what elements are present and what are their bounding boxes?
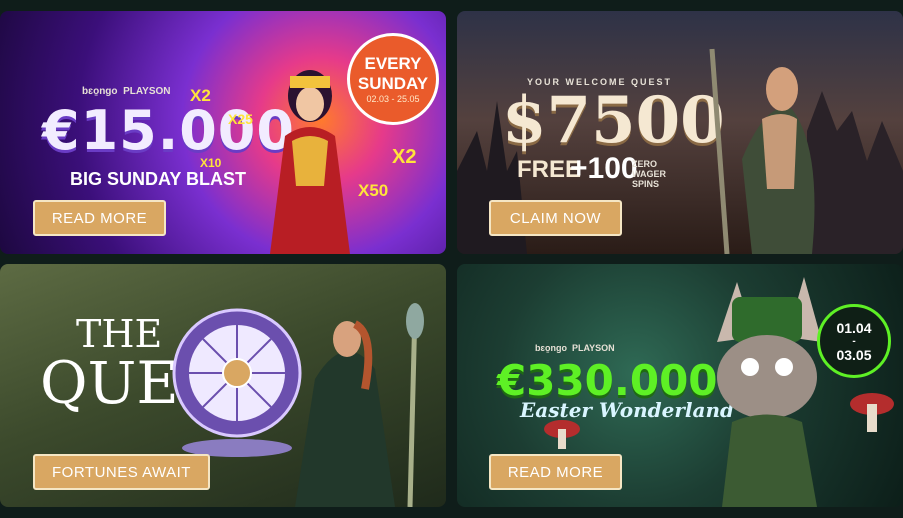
read-more-button[interactable]: READ MORE [489, 454, 622, 490]
read-more-button[interactable]: READ MORE [33, 200, 166, 236]
promo-card-easter-wonderland[interactable]: bɛo̱ngo PLAYSON €330.000 Easter Wonderla… [457, 264, 903, 507]
fortune-wheel [172, 308, 302, 457]
rabbit-illustration [717, 277, 822, 507]
character-illustration [270, 70, 350, 254]
character-illustration [709, 48, 815, 254]
multiplier-label: X10 [200, 156, 222, 170]
promo-card-big-sunday-blast[interactable]: bɛo̱ngo PLAYSON €15.000 BIG SUNDAY BLAST… [0, 11, 446, 254]
multiplier-label: X2 [392, 146, 417, 168]
promo-title: BIG SUNDAY BLAST [70, 169, 247, 189]
zero-wager-label: ZERO WAGER SPINS [632, 159, 667, 189]
spins-count: +100 [570, 152, 638, 185]
provider-logos: bɛo̱ngo PLAYSON [535, 343, 615, 353]
claim-now-button[interactable]: CLAIM NOW [489, 200, 622, 236]
promo-card-the-quest[interactable]: THE QUEST FORTUNES AWAIT [0, 264, 446, 507]
promo-card-welcome-quest[interactable]: YOUR WELCOME QUEST $7500 FREE +100 ZERO … [457, 11, 903, 254]
multiplier-label: X2 [190, 86, 211, 105]
character-illustration [295, 303, 424, 507]
provider-logos: bɛo̱ngo PLAYSON [82, 86, 171, 97]
date-badge: 01.04 - 03.05 [817, 304, 891, 378]
fortunes-await-button[interactable]: FORTUNES AWAIT [33, 454, 210, 490]
